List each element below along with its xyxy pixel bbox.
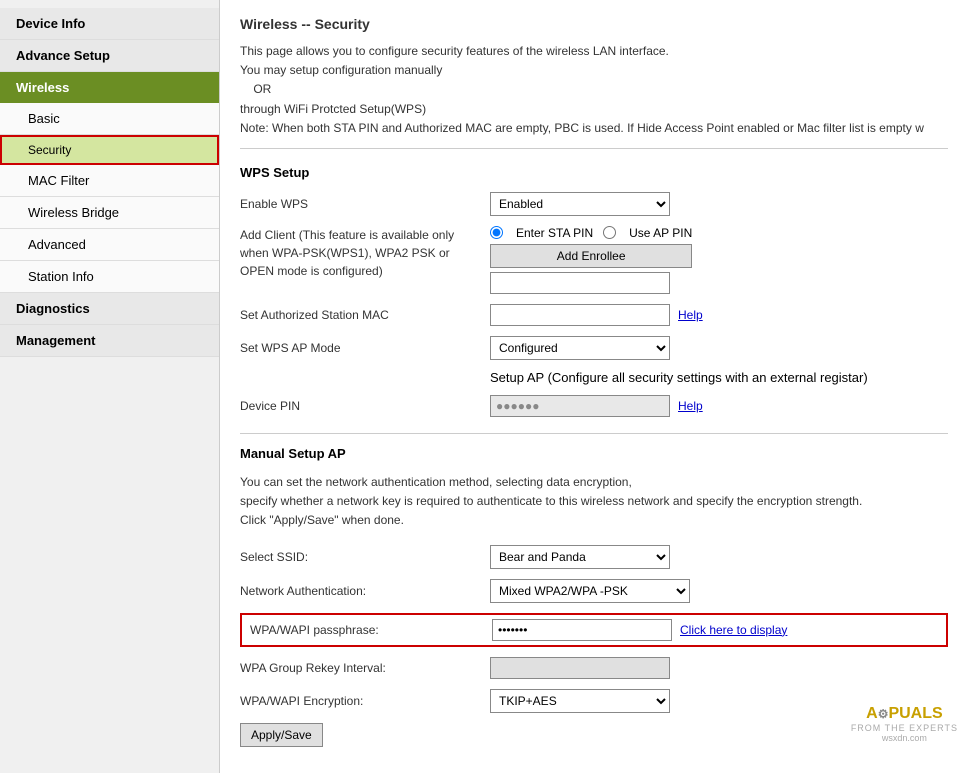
- enter-sta-pin-label: Enter STA PIN: [516, 226, 593, 240]
- sidebar-item-advance-setup[interactable]: Advance Setup: [0, 40, 219, 72]
- add-client-label: Add Client (This feature is available on…: [240, 226, 490, 280]
- enable-wps-row: Enable WPS Enabled Disabled: [240, 192, 948, 216]
- manual-setup-description: You can set the network authentication m…: [240, 473, 948, 531]
- enable-wps-select[interactable]: Enabled Disabled: [490, 192, 670, 216]
- wpa-encryption-label: WPA/WAPI Encryption:: [240, 694, 490, 708]
- select-ssid-select[interactable]: Bear and Panda: [490, 545, 670, 569]
- pin-radio-group: Enter STA PIN Use AP PIN: [490, 226, 692, 240]
- authorized-mac-control: Help: [490, 304, 948, 326]
- section-divider: [240, 433, 948, 434]
- help-link-1[interactable]: Help: [678, 308, 703, 322]
- sidebar-item-basic[interactable]: Basic: [0, 103, 219, 135]
- select-ssid-label: Select SSID:: [240, 550, 490, 564]
- apply-save-row: Apply/Save: [240, 723, 948, 747]
- setup-ap-label: Setup AP (Configure all security setting…: [490, 370, 868, 385]
- device-pin-label: Device PIN: [240, 399, 490, 413]
- authorized-mac-row: Set Authorized Station MAC Help: [240, 304, 948, 326]
- passphrase-container: WPA/WAPI passphrase: Click here to displ…: [240, 613, 948, 647]
- main-content: Wireless -- Security This page allows yo…: [220, 0, 968, 773]
- sidebar-item-mac-filter[interactable]: MAC Filter: [0, 165, 219, 197]
- apply-save-button[interactable]: Apply/Save: [240, 723, 323, 747]
- authorized-mac-input[interactable]: [490, 304, 670, 326]
- sidebar-item-device-info[interactable]: Device Info: [0, 8, 219, 40]
- enter-sta-pin-radio[interactable]: [490, 226, 503, 239]
- sidebar-item-station-info[interactable]: Station Info: [0, 261, 219, 293]
- network-auth-row: Network Authentication: Mixed WPA2/WPA -…: [240, 579, 948, 603]
- wps-ap-mode-select[interactable]: Configured Unconfigured: [490, 336, 670, 360]
- wps-ap-mode-row: Set WPS AP Mode Configured Unconfigured: [240, 336, 948, 360]
- wpa-encryption-row: WPA/WAPI Encryption: TKIP+AES TKIP AES: [240, 689, 948, 713]
- sidebar: Device Info Advance Setup Wireless Basic…: [0, 0, 220, 773]
- wpa-group-rekey-input[interactable]: 0: [490, 657, 670, 679]
- wpa-group-rekey-row: WPA Group Rekey Interval: 0: [240, 657, 948, 679]
- device-pin-control: Help: [490, 395, 948, 417]
- sidebar-item-security[interactable]: Security: [0, 135, 219, 165]
- wpa-group-rekey-label: WPA Group Rekey Interval:: [240, 661, 490, 675]
- use-ap-pin-label: Use AP PIN: [629, 226, 692, 240]
- device-pin-input[interactable]: [490, 395, 670, 417]
- wps-ap-mode-control: Configured Unconfigured: [490, 336, 948, 360]
- wpa-passphrase-row: WPA/WAPI passphrase: Click here to displ…: [240, 613, 948, 647]
- add-client-controls: Enter STA PIN Use AP PIN Add Enrollee: [490, 226, 692, 294]
- watermark: A⚙PUALS FROM THE EXPERTS wsxdn.com: [851, 705, 958, 743]
- watermark-domain: wsxdn.com: [851, 733, 958, 743]
- enable-wps-control: Enabled Disabled: [490, 192, 948, 216]
- enable-wps-label: Enable WPS: [240, 197, 490, 211]
- sta-pin-input[interactable]: [490, 272, 670, 294]
- wps-setup-title: WPS Setup: [240, 165, 948, 180]
- manual-setup-section: Manual Setup AP You can set the network …: [240, 446, 948, 747]
- network-auth-control: Mixed WPA2/WPA -PSK: [490, 579, 948, 603]
- authorized-mac-label: Set Authorized Station MAC: [240, 308, 490, 322]
- sidebar-item-management[interactable]: Management: [0, 325, 219, 357]
- page-description: This page allows you to configure securi…: [240, 42, 948, 149]
- watermark-tagline: FROM THE EXPERTS: [851, 723, 958, 733]
- wpa-encryption-select[interactable]: TKIP+AES TKIP AES: [490, 689, 670, 713]
- click-here-to-display-link[interactable]: Click here to display: [680, 623, 787, 637]
- network-auth-label: Network Authentication:: [240, 584, 490, 598]
- use-ap-pin-radio[interactable]: [603, 226, 616, 239]
- wpa-passphrase-label: WPA/WAPI passphrase:: [246, 623, 492, 637]
- setup-ap-row: Setup AP (Configure all security setting…: [240, 370, 948, 385]
- help-link-2[interactable]: Help: [678, 399, 703, 413]
- sidebar-item-wireless[interactable]: Wireless: [0, 72, 219, 103]
- manual-setup-title: Manual Setup AP: [240, 446, 948, 461]
- network-auth-select[interactable]: Mixed WPA2/WPA -PSK: [490, 579, 690, 603]
- setup-ap-desc: Setup AP (Configure all security setting…: [490, 370, 948, 385]
- sidebar-item-advanced[interactable]: Advanced: [0, 229, 219, 261]
- select-ssid-control: Bear and Panda: [490, 545, 948, 569]
- select-ssid-row: Select SSID: Bear and Panda: [240, 545, 948, 569]
- wps-setup-section: WPS Setup Enable WPS Enabled Disabled Ad…: [240, 165, 948, 417]
- add-enrollee-button[interactable]: Add Enrollee: [490, 244, 692, 268]
- sidebar-item-wireless-bridge[interactable]: Wireless Bridge: [0, 197, 219, 229]
- device-pin-row: Device PIN Help: [240, 395, 948, 417]
- add-client-row: Add Client (This feature is available on…: [240, 226, 948, 294]
- page-title: Wireless -- Security: [240, 16, 948, 32]
- wpa-passphrase-input[interactable]: [492, 619, 672, 641]
- sidebar-item-diagnostics[interactable]: Diagnostics: [0, 293, 219, 325]
- watermark-logo: A⚙PUALS: [851, 705, 958, 723]
- wps-ap-mode-label: Set WPS AP Mode: [240, 341, 490, 355]
- wpa-group-rekey-control: 0: [490, 657, 948, 679]
